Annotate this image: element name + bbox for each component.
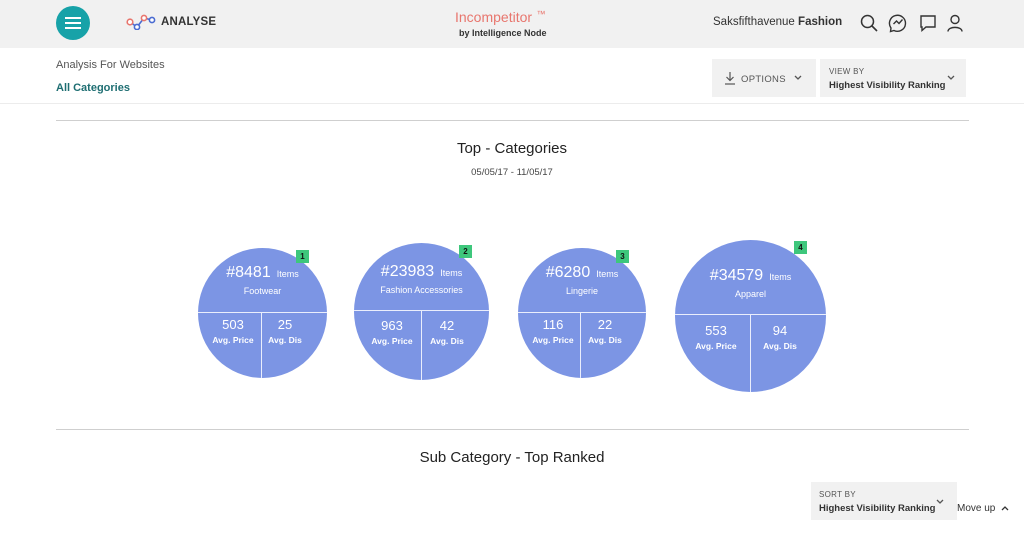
items-label: Items: [440, 268, 463, 278]
top-categories-title: Top - Categories: [456, 140, 568, 157]
divider: [518, 312, 646, 313]
avg-discount: 22 Avg. Dis: [588, 317, 622, 345]
analyse-label: ANALYSE: [161, 16, 217, 28]
avg-price: 553 Avg. Price: [695, 323, 737, 351]
category-bubble-footwear[interactable]: #8481 Items Footwear 503 Avg. Price 25 Av…: [198, 248, 327, 378]
item-count: #34579: [709, 267, 764, 284]
analytics-icon[interactable]: [888, 13, 908, 33]
move-up-label: Move up: [957, 503, 996, 514]
brand-logo: Incompetitor ™ by Intelligence Node: [455, 9, 595, 38]
comment-icon[interactable]: [918, 13, 938, 33]
items-label: Items: [769, 272, 792, 282]
analyse-section[interactable]: ANALYSE: [126, 14, 216, 30]
chevron-down-icon: [794, 75, 802, 80]
user-icon[interactable]: [945, 13, 965, 33]
sub-category-title: Sub Category - Top Ranked: [419, 449, 605, 466]
category-bubble-fashion-accessories[interactable]: #23983 Items Fashion Accessories 963 Avg.…: [354, 243, 489, 380]
avg-discount: 25 Avg. Dis: [268, 317, 302, 345]
item-count: #23983: [380, 263, 435, 280]
sub-header: Analysis For Websites All Categories OPT…: [0, 48, 1024, 104]
view-by-label: VIEW BY: [829, 67, 865, 76]
category-name: Fashion Accessories: [380, 285, 463, 295]
sort-by-label: SORT BY: [819, 490, 856, 499]
items-label: Items: [276, 269, 299, 279]
options-button[interactable]: OPTIONS: [712, 59, 816, 97]
divider: [198, 312, 327, 313]
view-by-value: Highest Visibility Ranking: [829, 80, 946, 91]
menu-button[interactable]: [56, 6, 90, 40]
brand-trademark: ™: [536, 9, 546, 19]
sort-by-value: Highest Visibility Ranking: [819, 503, 936, 514]
avg-price: 503 Avg. Price: [212, 317, 254, 345]
top-bar: ANALYSE Incompetitor ™ by Intelligence N…: [0, 0, 1024, 48]
category-link[interactable]: All Categories: [56, 82, 130, 94]
menu-icon: [65, 17, 81, 19]
item-count: #6280: [545, 264, 591, 281]
date-range: 05/05/17 - 11/05/17: [471, 167, 553, 178]
move-up-button[interactable]: Move up: [957, 503, 1009, 514]
sort-by-dropdown[interactable]: SORT BY Highest Visibility Ranking: [811, 482, 957, 520]
chevron-up-icon: [1001, 506, 1009, 511]
brand-name: Incompetitor: [455, 9, 533, 25]
rank-badge: 4: [794, 241, 807, 254]
options-label: OPTIONS: [741, 74, 786, 85]
category-bubble-lingerie[interactable]: #6280 Items Lingerie 116 Avg. Price 22 Av…: [518, 248, 646, 378]
search-icon[interactable]: [859, 13, 879, 33]
rank-badge: 3: [616, 250, 629, 263]
avg-discount: 42 Avg. Dis: [430, 318, 464, 346]
view-by-dropdown[interactable]: VIEW BY Highest Visibility Ranking: [820, 59, 966, 97]
divider: [56, 429, 969, 430]
item-count: #8481: [226, 264, 271, 281]
category-bubble-apparel[interactable]: #34579 Items Apparel 553 Avg. Price 94 Av…: [675, 240, 826, 392]
rank-badge: 1: [296, 250, 309, 263]
download-icon: [725, 72, 735, 85]
store-name: Saksfifthavenue Fashion: [713, 16, 843, 28]
page-title: Analysis For Websites: [56, 59, 165, 71]
rank-badge: 2: [459, 245, 472, 258]
items-label: Items: [596, 269, 619, 279]
category-name: Apparel: [734, 289, 767, 299]
category-name: Footwear: [243, 286, 282, 296]
avg-price: 963 Avg. Price: [371, 318, 413, 346]
divider: [56, 120, 969, 121]
brand-subtitle: by Intelligence Node: [459, 28, 547, 38]
chevron-down-icon: [936, 499, 944, 504]
avg-price: 116 Avg. Price: [532, 317, 574, 345]
avg-discount: 94 Avg. Dis: [763, 323, 797, 351]
analyse-icon: [126, 14, 156, 30]
chevron-down-icon: [947, 75, 955, 80]
category-name: Lingerie: [565, 286, 599, 296]
